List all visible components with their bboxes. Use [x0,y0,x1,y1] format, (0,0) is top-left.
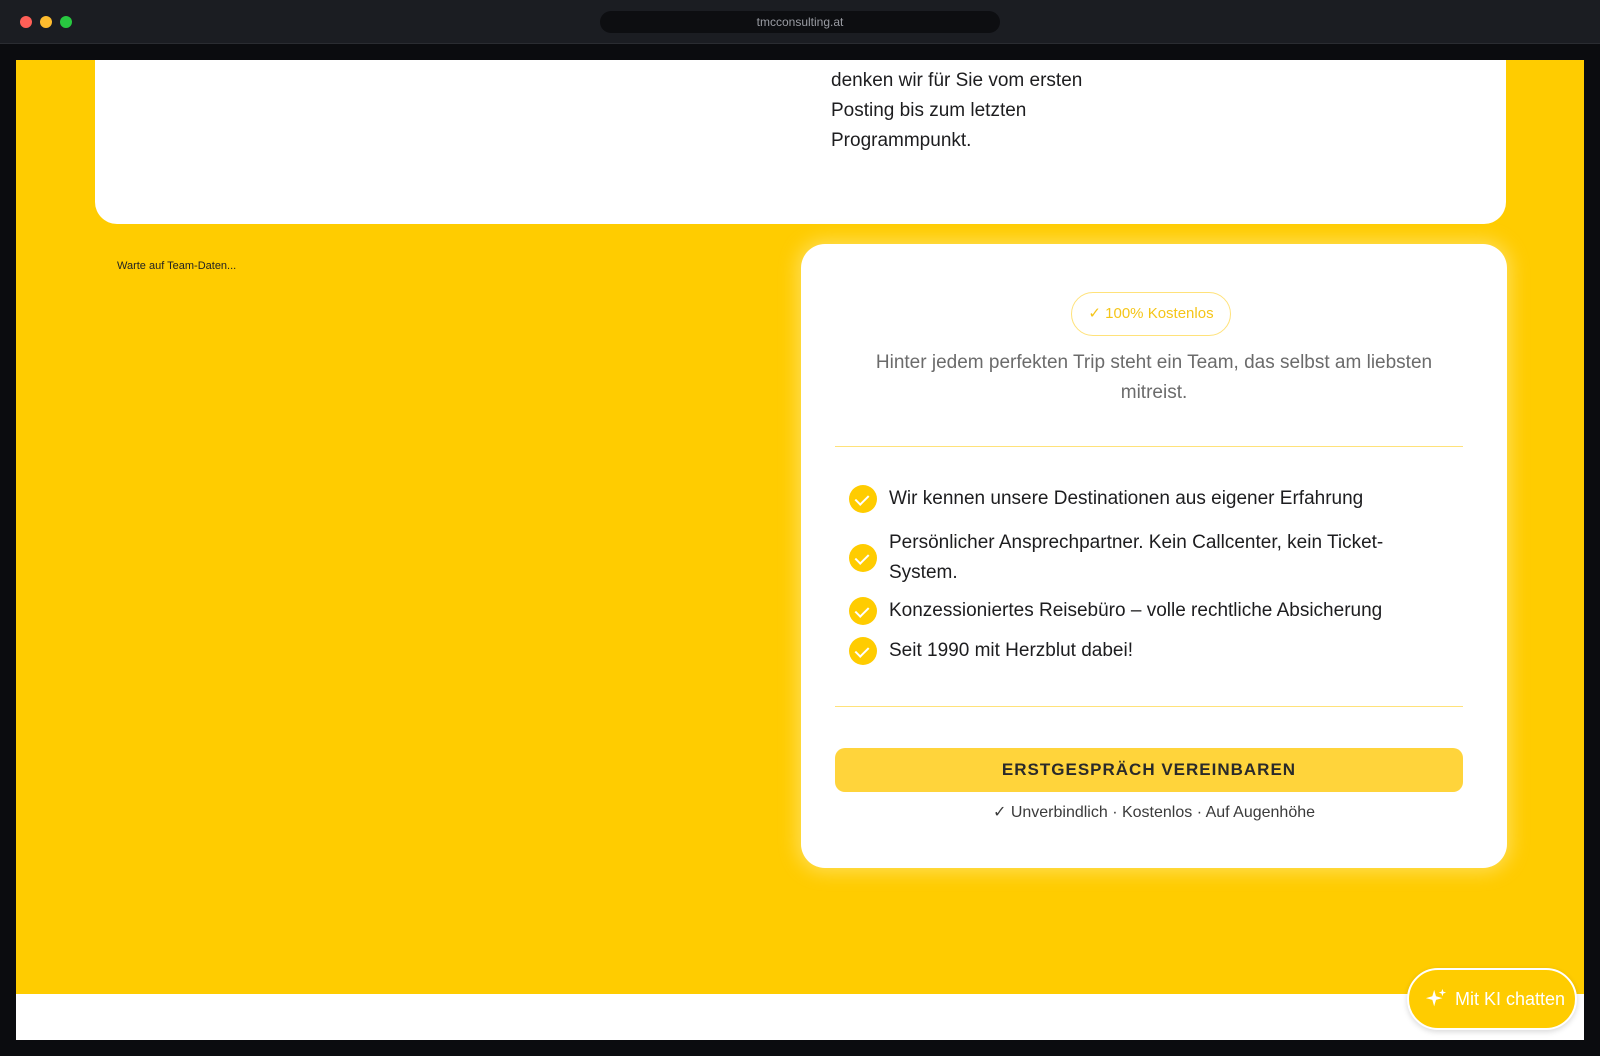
close-window-button[interactable] [20,16,32,28]
feature-text: Wir kennen unsere Destinationen aus eige… [889,488,1364,509]
page-viewport: denken wir für Sie vom ersten Posting bi… [16,60,1584,1040]
footer-strip [16,994,1584,1040]
check-icon [849,485,877,513]
free-badge: ✓ 100% Kostenlos [1071,292,1231,336]
check-icon [849,637,877,665]
feature-item: Persönlicher Ansprechpartner. Kein Callc… [849,528,1409,588]
minimize-window-button[interactable] [40,16,52,28]
ai-chat-label: Mit KI chatten [1455,989,1566,1009]
feature-text: Seit 1990 mit Herzblut dabei! [889,640,1133,661]
maximize-window-button[interactable] [60,16,72,28]
divider [835,706,1463,707]
divider [835,446,1463,447]
check-icon [849,544,877,572]
sparkle-icon [1425,988,1447,1007]
feature-list: Wir kennen unsere Destinationen aus eige… [849,484,1409,666]
feature-item: Konzessioniertes Reisebüro – volle recht… [849,596,1409,626]
feature-text: Konzessioniertes Reisebüro – volle recht… [889,600,1383,621]
intro-line: Programmpunkt. [831,130,972,151]
team-loading-text: Warte auf Team-Daten... [117,260,237,272]
offer-card: ✓ 100% Kostenlos Hinter jedem perfekten … [801,244,1507,868]
intro-line: Posting bis zum letzten [831,100,1027,121]
intro-card: denken wir für Sie vom ersten Posting bi… [95,60,1506,224]
offer-intro: Hinter jedem perfekten Trip steht ein Te… [875,352,1433,403]
feature-item: Seit 1990 mit Herzblut dabei! [849,636,1409,666]
feature-item: Wir kennen unsere Destinationen aus eige… [849,484,1409,514]
feature-text: Persönlicher Ansprechpartner. Kein Callc… [889,532,1384,583]
address-bar[interactable]: tmcconsulting.at [600,11,1000,33]
browser-window: tmcconsulting.at denken wir für Sie vom … [0,0,1600,1056]
ai-chat-button[interactable]: Mit KI chatten [1407,968,1577,1030]
intro-card-text: denken wir für Sie vom ersten Posting bi… [831,66,1131,156]
check-icon [849,597,877,625]
intro-line: denken wir für Sie vom ersten [831,70,1083,91]
browser-titlebar: tmcconsulting.at [0,0,1600,44]
book-consultation-button[interactable]: ERSTGESPRÄCH VEREINBAREN [835,748,1463,792]
cta-note: ✓ Unverbindlich · Kostenlos · Auf Augenh… [992,804,1316,821]
